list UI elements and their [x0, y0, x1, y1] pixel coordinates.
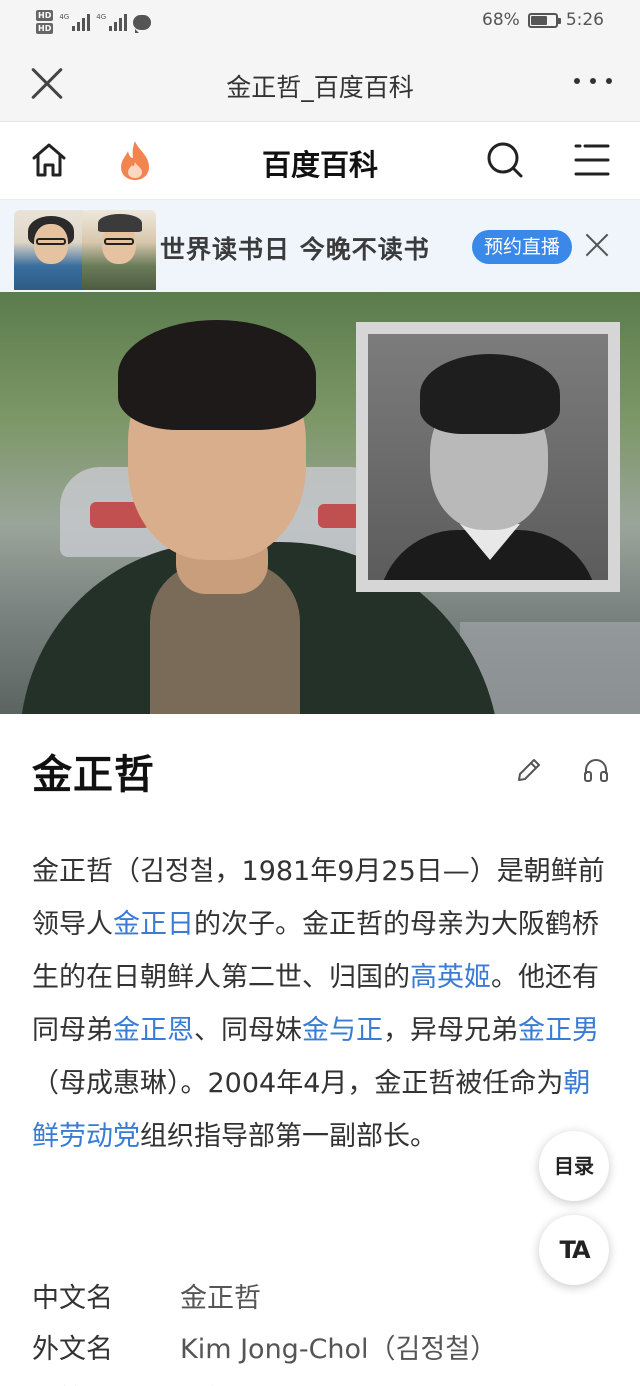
info-row: 外文名 Kim Jong-Chol（김정철）: [32, 1321, 622, 1372]
summary-text: ，异母兄弟: [383, 1015, 518, 1046]
battery-fill: [530, 15, 548, 25]
ta-button[interactable]: TA: [539, 1215, 609, 1285]
baike-nav: 百度百科: [0, 122, 640, 200]
summary-text: 组织指导部第一副部长。: [140, 1121, 437, 1152]
article-summary: 金正哲（김정철，1981年9月25日—）是朝鲜前领导人金正日的次子。金正哲的母亲…: [32, 845, 612, 1163]
info-value: 金正哲: [180, 1283, 261, 1314]
menu-icon[interactable]: [574, 142, 610, 178]
summary-link[interactable]: 高英姬: [410, 962, 491, 993]
banner-close-icon[interactable]: [584, 232, 610, 258]
signal-label-2: 4G: [96, 13, 107, 21]
chat-notification-icon: [133, 14, 152, 33]
info-value: Kim Jong-Chol（김정철）: [180, 1334, 498, 1365]
signal-label-1: 4G: [59, 13, 70, 21]
hd-icon-2: HD: [36, 23, 54, 34]
info-key: 国籍: [32, 1378, 180, 1386]
info-row: 中文名 金正哲: [32, 1270, 622, 1321]
info-row: 国籍朝鲜: [32, 1372, 622, 1386]
brand-title: 百度百科: [261, 148, 378, 182]
article-title: 金正哲: [32, 752, 155, 798]
basic-info: 中文名 金正哲外文名 Kim Jong-Chol（김정철） 国籍朝鲜: [32, 1270, 622, 1386]
host-avatars: [14, 210, 160, 290]
summary-link[interactable]: 金正男: [518, 1015, 599, 1046]
status-right: 68% 5:26: [482, 10, 604, 30]
avatar-host-2: [82, 210, 156, 290]
info-key: 外文名: [32, 1334, 113, 1365]
portrait-inset: [356, 322, 620, 592]
live-banner[interactable]: 世界读书日 今晚不读书 预约直播: [0, 200, 640, 292]
banner-text: 世界读书日 今晚不读书: [160, 235, 430, 264]
summary-link[interactable]: 金正日: [113, 909, 194, 940]
summary-link[interactable]: 金正恩: [113, 1015, 194, 1046]
signal-icon-2: 4G: [96, 13, 128, 31]
edit-icon[interactable]: [515, 756, 543, 784]
info-value[interactable]: 朝鲜: [180, 1378, 234, 1386]
battery-percent: 68%: [482, 10, 520, 30]
hero-photo[interactable]: [0, 292, 640, 714]
page-title: 金正哲_百度百科: [226, 73, 414, 102]
search-icon[interactable]: [486, 141, 524, 179]
signal-icon-1: 4G: [59, 13, 91, 31]
status-bar: HD HD 4G 4G 68% 5:26: [0, 0, 640, 44]
reserve-live-button[interactable]: 预约直播: [472, 230, 573, 264]
hd-icon-1: HD: [36, 10, 54, 21]
title-bar: 金正哲_百度百科: [0, 44, 640, 122]
summary-link[interactable]: 金与正: [302, 1015, 383, 1046]
battery-icon: [527, 12, 561, 28]
headphones-icon[interactable]: [582, 756, 610, 784]
toc-button[interactable]: 目录: [539, 1131, 609, 1201]
hd-indicators: HD HD: [36, 10, 54, 34]
summary-text: （母成惠琳）。2004年4月，金正哲被任命为: [32, 1068, 564, 1099]
clock: 5:26: [565, 10, 604, 30]
info-key: 中文名: [32, 1283, 113, 1314]
more-options-icon[interactable]: [574, 78, 612, 84]
summary-text: 、同母妹: [194, 1015, 302, 1046]
status-left: HD HD 4G 4G: [36, 6, 152, 38]
avatar-host-1: [14, 210, 88, 290]
